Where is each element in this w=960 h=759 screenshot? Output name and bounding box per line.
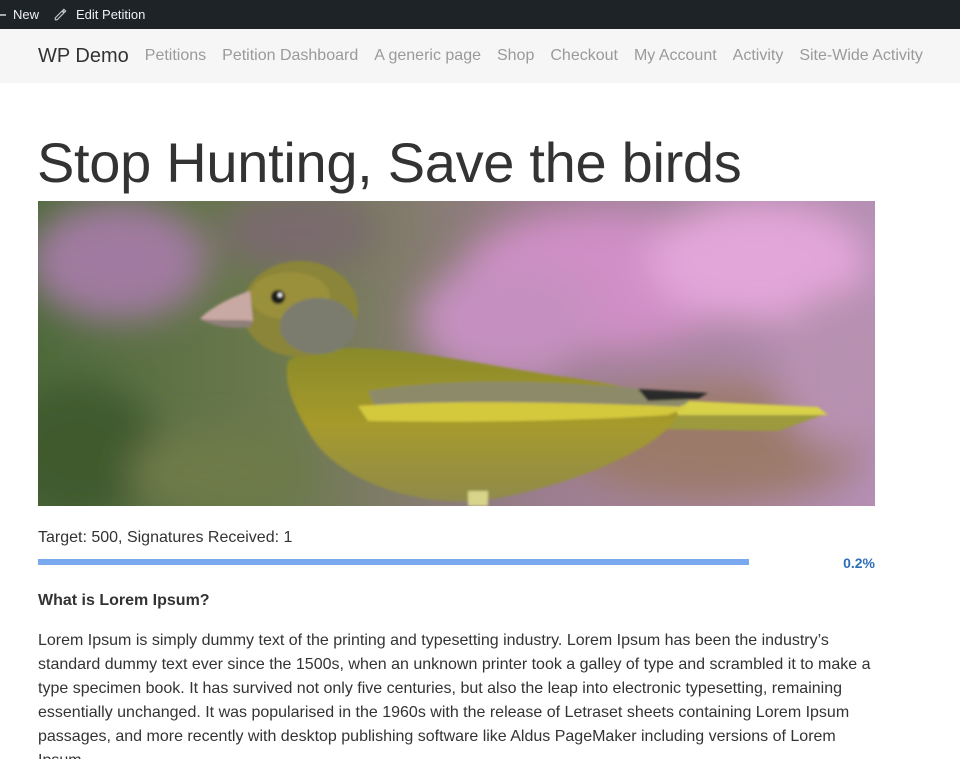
signature-progress-label: 0.2% bbox=[843, 555, 875, 571]
description-heading: What is Lorem Ipsum? bbox=[38, 592, 210, 609]
admin-new-button[interactable]: New bbox=[0, 0, 39, 29]
petition-target-text: Target: 500, Signatures Received: 1 bbox=[38, 529, 293, 546]
admin-bar: New Edit Petition bbox=[0, 0, 960, 29]
site-nav: WP Demo Petitions Petition Dashboard A g… bbox=[0, 29, 960, 83]
description-body: Lorem Ipsum is simply dummy text of the … bbox=[38, 632, 871, 759]
petition-title: Stop Hunting, Save the birds bbox=[37, 131, 742, 194]
nav-link-petition-dashboard[interactable]: Petition Dashboard bbox=[222, 47, 358, 65]
nav-link-my-account[interactable]: My Account bbox=[634, 47, 717, 65]
signature-progress-bar bbox=[38, 559, 875, 565]
signature-progress-fill bbox=[38, 559, 750, 565]
site-brand[interactable]: WP Demo bbox=[38, 45, 129, 68]
admin-new-label: New bbox=[13, 7, 40, 22]
nav-links: Petitions Petition Dashboard A generic p… bbox=[145, 47, 939, 65]
admin-edit-label: Edit Petition bbox=[76, 7, 146, 22]
plus-icon bbox=[0, 13, 6, 16]
bird-image bbox=[38, 201, 875, 506]
nav-link-activity[interactable]: Activity bbox=[733, 47, 784, 65]
petition-hero-image bbox=[38, 201, 875, 506]
nav-link-petitions[interactable]: Petitions bbox=[145, 47, 206, 65]
nav-link-shop[interactable]: Shop bbox=[497, 47, 534, 65]
nav-link-checkout[interactable]: Checkout bbox=[550, 47, 618, 65]
nav-link-site-wide-activity[interactable]: Site-Wide Activity bbox=[799, 47, 923, 65]
nav-link-generic-page[interactable]: A generic page bbox=[374, 47, 481, 65]
admin-edit-petition-button[interactable]: Edit Petition bbox=[53, 0, 145, 29]
pencil-icon bbox=[54, 8, 67, 21]
